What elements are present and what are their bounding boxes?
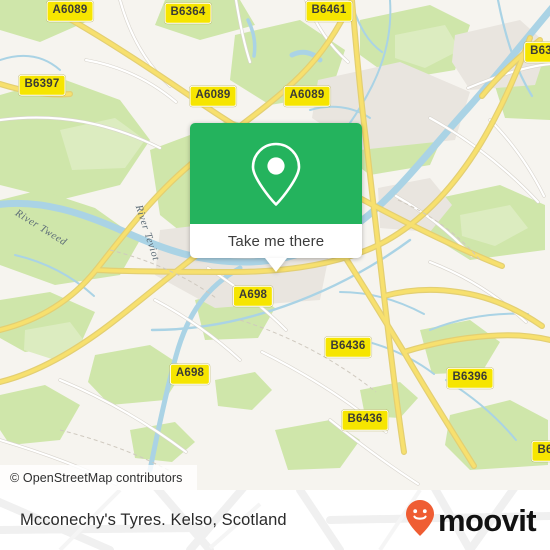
road-shield: B6396 (446, 367, 494, 389)
place-info-card[interactable]: Take me there (190, 123, 362, 272)
map-pin-icon (250, 141, 302, 207)
moovit-wordmark: moovit (437, 502, 537, 538)
road-shield: B63 (524, 41, 550, 63)
road-shield: A698 (232, 285, 274, 307)
card-pointer-tail (265, 258, 287, 272)
road-shield: B6 (531, 440, 550, 462)
place-title: Mcconechy's Tyres. Kelso, Scotland (20, 490, 287, 550)
card-header (190, 123, 362, 224)
place-title-text: Mcconechy's Tyres. Kelso, Scotland (20, 510, 287, 529)
moovit-smiley-pin-icon (405, 499, 435, 542)
road-shield: B6461 (305, 0, 353, 22)
moovit-logo[interactable]: moovit (405, 490, 537, 550)
road-shield: B6436 (341, 409, 389, 431)
map-canvas[interactable]: A6089 B6364 B6461 B63 B6397 A6089 A6089 … (0, 0, 550, 490)
road-shield: A6089 (283, 85, 331, 107)
road-shield: B6397 (18, 74, 66, 96)
footer-bar: Mcconechy's Tyres. Kelso, Scotland moovi… (0, 490, 550, 550)
osm-attribution-text: © OpenStreetMap contributors (10, 470, 183, 485)
road-shield: A698 (169, 363, 211, 385)
road-shield: B6436 (324, 336, 372, 358)
road-shield: B6364 (164, 2, 212, 24)
road-shield: A6089 (189, 85, 237, 107)
road-shield: A6089 (46, 0, 94, 22)
take-me-there-label: Take me there (227, 232, 325, 250)
moovit-place-map-screen: A6089 B6364 B6461 B63 B6397 A6089 A6089 … (0, 0, 550, 550)
take-me-there-button[interactable]: Take me there (190, 224, 362, 272)
osm-attribution[interactable]: © OpenStreetMap contributors (0, 465, 197, 490)
